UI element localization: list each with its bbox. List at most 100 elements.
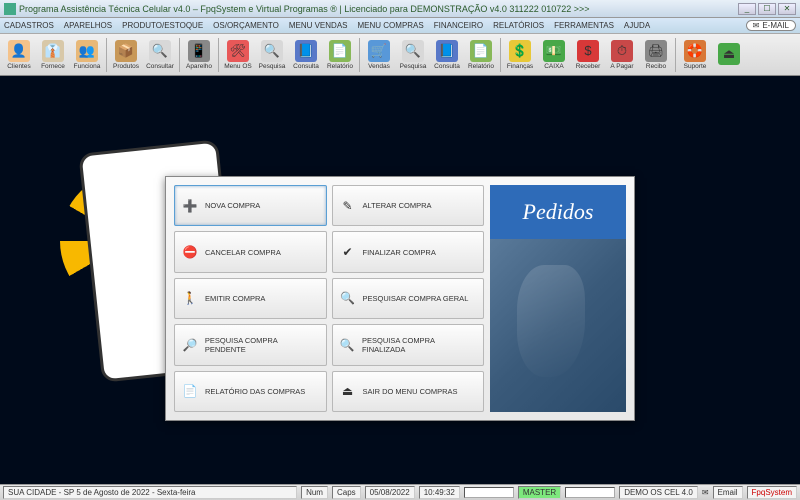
toolbar-label: Finanças [507, 63, 533, 70]
status-time: 10:49:32 [419, 486, 460, 499]
toolbar-aparelho[interactable]: 📱Aparelho [182, 35, 216, 75]
dialog-button-label: SAIR DO MENU COMPRAS [363, 387, 458, 396]
toolbar-label: Recibo [646, 63, 666, 70]
toolbar-vendas[interactable]: 🛒Vendas [362, 35, 396, 75]
toolbar-funciona[interactable]: 👥Funciona [70, 35, 104, 75]
dialog-emitir-compra[interactable]: 🚶 EMITIR COMPRA [174, 278, 327, 319]
dialog-nova-compra[interactable]: ➕ NOVA COMPRA [174, 185, 327, 226]
minimize-button[interactable]: _ [738, 3, 756, 15]
status-progress-2 [565, 487, 615, 498]
menu-ferramentas[interactable]: FERRAMENTAS [554, 21, 614, 30]
dialog-cancelar-compra[interactable]: ⛔ CANCELAR COMPRA [174, 231, 327, 272]
status-master: MASTER [518, 486, 561, 499]
dialog-button-label: FINALIZAR COMPRA [363, 248, 436, 257]
toolbar-consulta[interactable]: 📘Consulta [289, 35, 323, 75]
toolbar-label: Consulta [293, 63, 319, 70]
dialog-button-icon: 🚶 [181, 289, 199, 307]
vendas-icon: 🛒 [368, 40, 390, 62]
menu-financeiro[interactable]: FINANCEIRO [434, 21, 483, 30]
dialog-buttons-grid: ➕ NOVA COMPRA ✎ ALTERAR COMPRA ⛔ CANCELAR COM… [174, 185, 484, 412]
toolbar-menu os[interactable]: 🛠Menu OS [221, 35, 255, 75]
dialog-button-label: PESQUISAR COMPRA GERAL [363, 294, 469, 303]
toolbar-suporte[interactable]: 🛟Suporte [678, 35, 712, 75]
toolbar-label: Pesquisa [400, 63, 427, 70]
dialog-button-icon: ⛔ [181, 243, 199, 261]
toolbar-relatório[interactable]: 📄Relatório [464, 35, 498, 75]
toolbar: 👤Clientes👔Fornece👥Funciona📦Produtos🔍Cons… [0, 34, 800, 76]
toolbar-relatório[interactable]: 📄Relatório [323, 35, 357, 75]
toolbar-label: Relatório [468, 63, 494, 70]
dialog-button-icon: 📄 [181, 382, 199, 400]
produtos-icon: 📦 [115, 40, 137, 62]
suporte-icon: 🛟 [684, 40, 706, 62]
toolbar-label: Pesquisa [259, 63, 286, 70]
toolbar-consultar[interactable]: 🔍Consultar [143, 35, 177, 75]
toolbar-finanças[interactable]: 💲Finanças [503, 35, 537, 75]
menu-os-orcamento[interactable]: OS/ORÇAMENTO [213, 21, 279, 30]
dialog-pesquisa-compra-finalizada[interactable]: 🔍PESQUISA COMPRA FINALIZADA [332, 324, 485, 365]
toolbar-exit[interactable]: ⏏ [712, 35, 746, 75]
maximize-button[interactable]: ☐ [758, 3, 776, 15]
dialog-pesquisar-compra-geral[interactable]: 🔍PESQUISAR COMPRA GERAL [332, 278, 485, 319]
dialog-button-icon: ✎ [339, 197, 357, 215]
window-controls: _ ☐ ✕ [738, 3, 796, 15]
dialog-button-label: NOVA COMPRA [205, 201, 260, 210]
dialog-alterar-compra[interactable]: ✎ ALTERAR COMPRA [332, 185, 485, 226]
toolbar-clientes[interactable]: 👤Clientes [2, 35, 36, 75]
pesquisa-icon: 🔍 [261, 40, 283, 62]
a pagar-icon: ⏱ [611, 40, 633, 62]
dialog-sair-do-menu-compras[interactable]: ⏏SAIR DO MENU COMPRAS [332, 371, 485, 412]
toolbar-fornece[interactable]: 👔Fornece [36, 35, 70, 75]
menu-produto-estoque[interactable]: PRODUTO/ESTOQUE [122, 21, 203, 30]
dialog-button-icon: 🔎 [181, 336, 199, 354]
email-button[interactable]: ✉ E-MAIL [746, 20, 796, 31]
toolbar-label: CAIXA [544, 63, 564, 70]
dialog-pesquisa-compra-pendente[interactable]: 🔎PESQUISA COMPRA PENDENTE [174, 324, 327, 365]
toolbar-label: Aparelho [186, 63, 212, 70]
toolbar-receber[interactable]: $Receber [571, 35, 605, 75]
toolbar-separator [106, 38, 107, 72]
toolbar-recibo[interactable]: 🖨Recibo [639, 35, 673, 75]
toolbar-separator [218, 38, 219, 72]
dialog-title: Pedidos [490, 185, 626, 239]
aparelho-icon: 📱 [188, 40, 210, 62]
toolbar-label: Funciona [74, 63, 101, 70]
toolbar-consulta[interactable]: 📘Consulta [430, 35, 464, 75]
dialog-button-icon: 🔍 [339, 336, 357, 354]
clientes-icon: 👤 [8, 40, 30, 62]
titlebar: Programa Assistência Técnica Celular v4.… [0, 0, 800, 18]
consulta-icon: 📘 [436, 40, 458, 62]
status-email: Email [713, 486, 743, 499]
toolbar-caixa[interactable]: 💵CAIXA [537, 35, 571, 75]
compras-dialog: ➕ NOVA COMPRA ✎ ALTERAR COMPRA ⛔ CANCELAR COM… [165, 176, 635, 421]
menu-ajuda[interactable]: AJUDA [624, 21, 650, 30]
close-button[interactable]: ✕ [778, 3, 796, 15]
recibo-icon: 🖨 [645, 40, 667, 62]
status-demo: DEMO OS CEL 4.0 [619, 486, 698, 499]
menu-vendas[interactable]: MENU VENDAS [289, 21, 348, 30]
dialog-relatório-das-compras[interactable]: 📄RELATÓRIO DAS COMPRAS [174, 371, 327, 412]
toolbar-a pagar[interactable]: ⏱A Pagar [605, 35, 639, 75]
relatório-icon: 📄 [470, 40, 492, 62]
menu-aparelhos[interactable]: APARELHOS [64, 21, 112, 30]
dialog-button-label: ALTERAR COMPRA [363, 201, 432, 210]
menu-compras[interactable]: MENU COMPRAS [358, 21, 424, 30]
toolbar-pesquisa[interactable]: 🔍Pesquisa [396, 35, 430, 75]
toolbar-label: Produtos [113, 63, 139, 70]
menu-cadastros[interactable]: CADASTROS [4, 21, 54, 30]
toolbar-pesquisa[interactable]: 🔍Pesquisa [255, 35, 289, 75]
dialog-finalizar-compra[interactable]: ✔FINALIZAR COMPRA [332, 231, 485, 272]
dialog-button-label: CANCELAR COMPRA [205, 248, 281, 257]
menu-relatorios[interactable]: RELATÓRIOS [493, 21, 544, 30]
menubar: CADASTROS APARELHOS PRODUTO/ESTOQUE OS/O… [0, 18, 800, 34]
toolbar-produtos[interactable]: 📦Produtos [109, 35, 143, 75]
dialog-button-label: EMITIR COMPRA [205, 294, 265, 303]
dialog-side-panel: Pedidos [490, 185, 626, 412]
status-caps: Caps [332, 486, 361, 499]
toolbar-label: Consulta [434, 63, 460, 70]
toolbar-label: Menu OS [224, 63, 251, 70]
consultar-icon: 🔍 [149, 40, 171, 62]
workspace: ➕ NOVA COMPRA ✎ ALTERAR COMPRA ⛔ CANCELAR COM… [0, 76, 800, 484]
pesquisa-icon: 🔍 [402, 40, 424, 62]
dialog-button-icon: ➕ [181, 197, 199, 215]
